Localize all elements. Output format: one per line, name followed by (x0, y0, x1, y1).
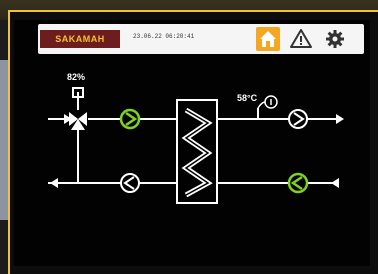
supply-pump-secondary[interactable] (288, 109, 308, 129)
touch-display: SAKAMAH 23.06.22 06:20:41 82% 58°C (14, 20, 370, 266)
warning-icon (290, 29, 312, 48)
home-icon (256, 27, 280, 51)
supply-temperature-readout: 58°C (237, 93, 258, 103)
alarm-button[interactable] (289, 27, 313, 51)
header-bar: SAKAMAH 23.06.22 06:20:41 (38, 24, 364, 54)
settings-button[interactable] (323, 27, 347, 51)
return-pump-secondary[interactable] (287, 172, 309, 194)
gear-icon (326, 30, 344, 48)
supply-pump-primary[interactable] (119, 108, 141, 130)
pipes (48, 92, 339, 184)
temperature-sensor-icon (257, 95, 278, 109)
hydraulic-schematic (48, 87, 344, 204)
brand-logo: SAKAMAH (40, 30, 120, 48)
date-time-readout: 23.06.22 06:20:41 (133, 33, 195, 40)
return-pump-primary[interactable] (120, 173, 140, 193)
home-button[interactable] (256, 27, 280, 51)
heat-exchanger (176, 99, 218, 204)
valve-opening-readout: 82% (67, 72, 86, 82)
